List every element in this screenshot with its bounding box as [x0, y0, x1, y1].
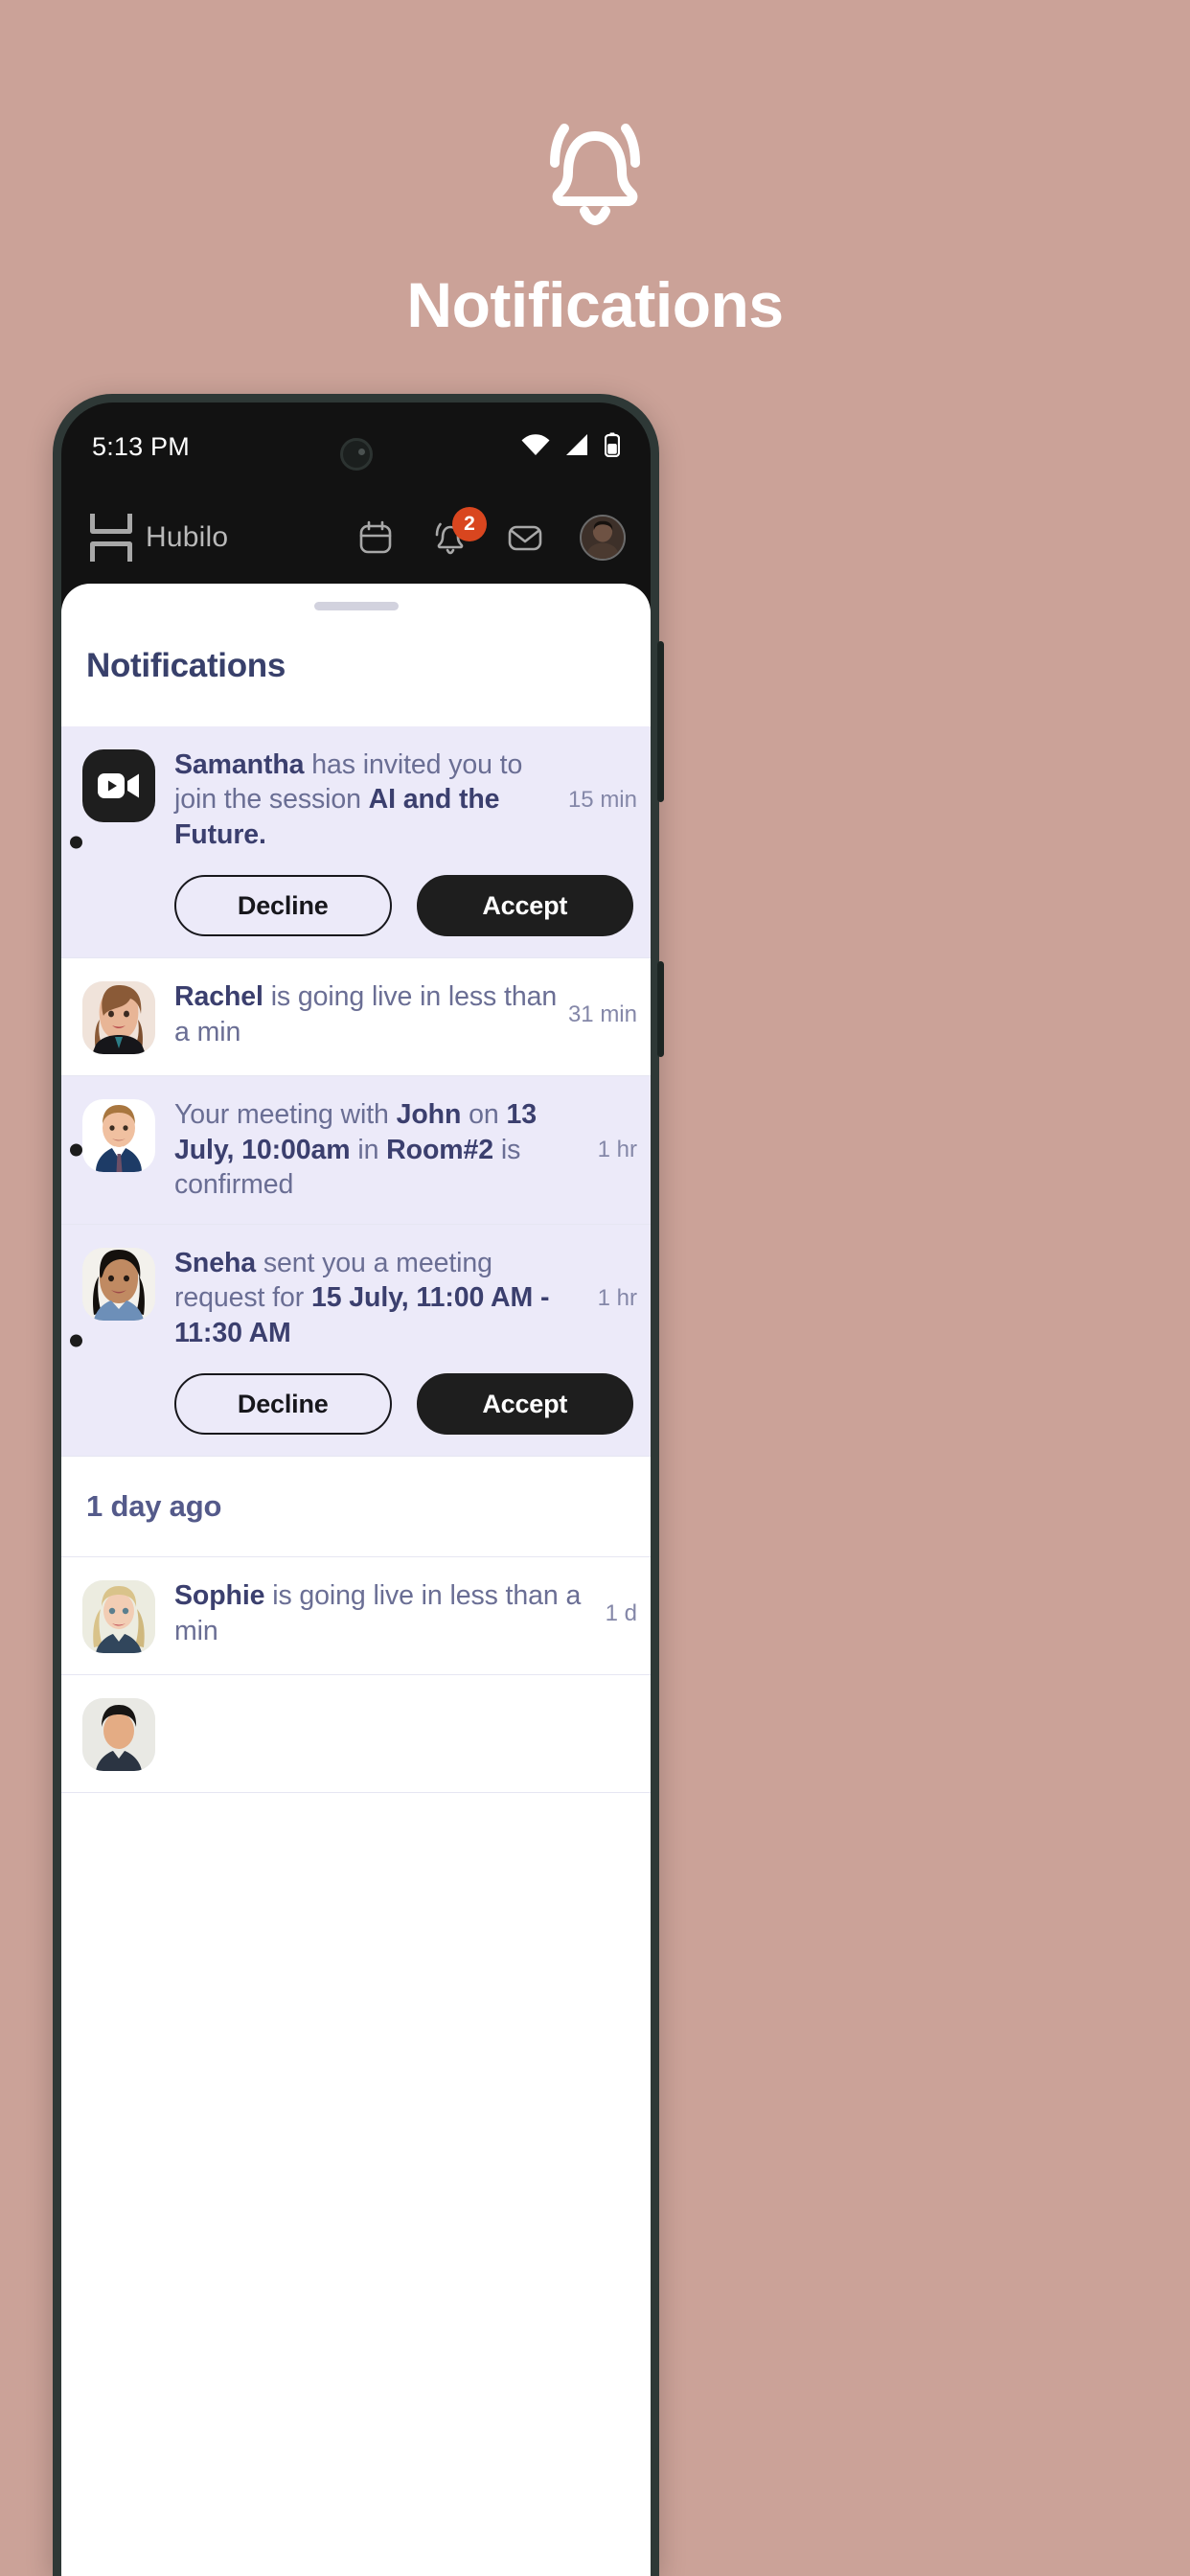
notification-actor: John [396, 1099, 462, 1131]
list-item[interactable]: Rachel is going live in less than a min … [61, 958, 651, 1077]
calendar-icon[interactable] [355, 518, 396, 558]
battery-icon [604, 432, 621, 462]
avatar-partial [82, 1698, 155, 1772]
sheet-drag-handle[interactable] [313, 602, 399, 610]
bell-badge: 2 [452, 507, 487, 541]
mail-icon[interactable] [505, 518, 545, 558]
notification-time: 1 hr [597, 1137, 637, 1163]
accept-button[interactable]: Accept [416, 875, 633, 937]
notification-actor: Rachel [174, 981, 263, 1013]
list-item[interactable]: Sophie is going live in less than a min … [61, 1557, 651, 1676]
decline-button[interactable]: Decline [174, 875, 392, 937]
notification-time: 1 d [605, 1599, 637, 1626]
notification-list: Samantha has invited you to join the ses… [61, 726, 651, 1794]
list-item[interactable] [61, 1675, 651, 1794]
notification-text: Your meeting with John on 13 July, 10:00… [174, 1097, 588, 1202]
unread-dot [70, 836, 82, 849]
wifi-icon [520, 433, 551, 461]
section-heading: 1 day ago [61, 1457, 651, 1558]
unread-dot [70, 1143, 82, 1157]
notification-time: 31 min [567, 1000, 637, 1027]
header-actions: 2 [355, 507, 626, 561]
notification-plain: in [350, 1134, 387, 1165]
accept-button[interactable]: Accept [416, 1373, 633, 1436]
decline-button[interactable]: Decline [174, 1373, 392, 1436]
brand-name: Hubilo [146, 521, 229, 553]
page-title: Notifications [406, 269, 784, 340]
avatar-sneha [82, 1247, 155, 1321]
hubilo-logo-icon [90, 514, 132, 562]
notification-time: 1 hr [597, 1284, 637, 1311]
notification-actor: Sneha [174, 1247, 257, 1278]
profile-avatar[interactable] [580, 515, 626, 561]
status-icons [520, 432, 621, 462]
status-bar: 5:13 PM [61, 402, 651, 492]
notification-text: Sneha sent you a meeting request for 15 … [174, 1246, 588, 1350]
notification-body [174, 1696, 637, 1771]
notification-time: 15 min [567, 786, 637, 813]
list-item[interactable]: Sneha sent you a meeting request for 15 … [61, 1224, 651, 1458]
notification-body: Samantha has invited you to join the ses… [174, 748, 637, 937]
sheet-title: Notifications [86, 647, 286, 684]
bell-icon [532, 104, 658, 233]
notification-actions: Decline Accept [174, 1373, 637, 1436]
notification-plain: on [461, 1099, 507, 1131]
list-item[interactable]: Your meeting with John on 13 July, 10:00… [61, 1076, 651, 1225]
front-camera [339, 438, 373, 471]
notification-actor: Sophie [174, 1580, 265, 1612]
list-item[interactable]: Samantha has invited you to join the ses… [61, 726, 651, 959]
notification-plain: Your meeting with [174, 1099, 397, 1131]
notification-text: Samantha has invited you to join the ses… [174, 748, 559, 852]
bell-icon[interactable]: 2 [430, 507, 487, 558]
app-header: Hubilo 2 [61, 492, 651, 584]
status-time: 5:13 PM [92, 432, 190, 461]
notification-body: Rachel is going live in less than a min … [174, 979, 637, 1054]
notification-actions: Decline Accept [174, 875, 637, 937]
phone-side-button-volume[interactable] [657, 641, 664, 802]
video-camera-icon [82, 749, 155, 822]
phone-mockup: 5:13 PM Hubilo 2 Notifications Samantha … [53, 394, 664, 2576]
cellular-signal-icon [564, 433, 591, 461]
phone-screen: 5:13 PM Hubilo 2 Notifications Samantha … [61, 402, 651, 2576]
avatar-sophie [82, 1580, 155, 1654]
notification-text: Rachel is going live in less than a min [174, 979, 559, 1049]
avatar-rachel [82, 981, 155, 1055]
notification-text: Sophie is going live in less than a min [174, 1578, 596, 1648]
notification-body: Sophie is going live in less than a min … [174, 1578, 637, 1653]
avatar-john [82, 1099, 155, 1173]
unread-dot [70, 1334, 82, 1347]
notification-room: Room#2 [386, 1134, 494, 1165]
phone-side-button-power[interactable] [657, 961, 664, 1057]
notification-body: Your meeting with John on 13 July, 10:00… [174, 1097, 637, 1202]
notification-body: Sneha sent you a meeting request for 15 … [174, 1246, 637, 1436]
brand[interactable]: Hubilo [90, 514, 228, 562]
notification-actor: Samantha [174, 749, 305, 780]
notifications-sheet: Notifications Samantha has invited you t… [61, 584, 651, 2576]
